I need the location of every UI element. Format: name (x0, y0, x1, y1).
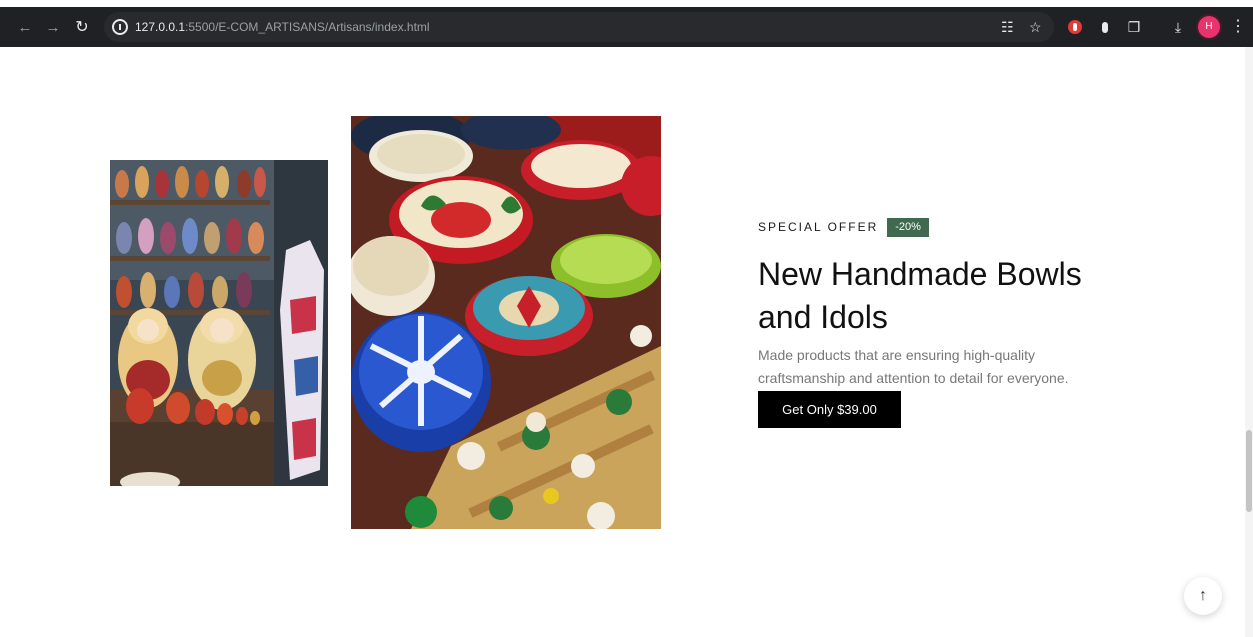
translate-icon[interactable]: ☷ (1001, 12, 1014, 42)
discount-badge: -20% (887, 217, 929, 237)
site-info-icon[interactable] (112, 19, 128, 35)
back-icon[interactable]: ← (11, 7, 39, 47)
extension-icon[interactable] (1102, 22, 1108, 33)
get-offer-button[interactable]: Get Only $39.00 (758, 391, 901, 428)
browser-toolbar: ← → ↻ 127.0.0.1:5500/E-COM_ARTISANS/Arti… (0, 7, 1253, 47)
ceramic-bowls-image (351, 116, 661, 529)
bookmark-star-icon[interactable]: ☆ (1029, 12, 1042, 42)
special-offer-row: SPECIAL OFFER -20% (758, 217, 929, 237)
special-offer-label: SPECIAL OFFER (758, 220, 879, 234)
download-icon[interactable]: ⤓ (1168, 7, 1188, 47)
puzzle-extensions-icon[interactable]: ❐ (1124, 7, 1144, 47)
url-text[interactable]: 127.0.0.1:5500/E-COM_ARTISANS/Artisans/i… (135, 12, 430, 42)
profile-avatar[interactable]: H (1198, 16, 1220, 38)
scroll-to-top-button[interactable]: ↑ (1184, 577, 1222, 615)
scrollbar-thumb[interactable] (1246, 430, 1252, 512)
forward-icon[interactable]: → (39, 7, 67, 47)
scrollbar-track[interactable] (1245, 47, 1253, 637)
hero-description: Made products that are ensuring high-qua… (758, 347, 1069, 386)
window-top-edge (0, 0, 1253, 7)
extension-icon[interactable] (1068, 20, 1082, 34)
address-bar[interactable]: 127.0.0.1:5500/E-COM_ARTISANS/Artisans/i… (104, 12, 1054, 42)
hero-headline: New Handmade Bowls and Idols (758, 256, 1082, 335)
matryoshka-dolls-image (110, 160, 328, 486)
reload-icon[interactable]: ↻ (68, 7, 96, 47)
kebab-menu-icon[interactable]: ⋮ (1230, 7, 1246, 47)
arrow-up-icon: ↑ (1199, 587, 1207, 604)
